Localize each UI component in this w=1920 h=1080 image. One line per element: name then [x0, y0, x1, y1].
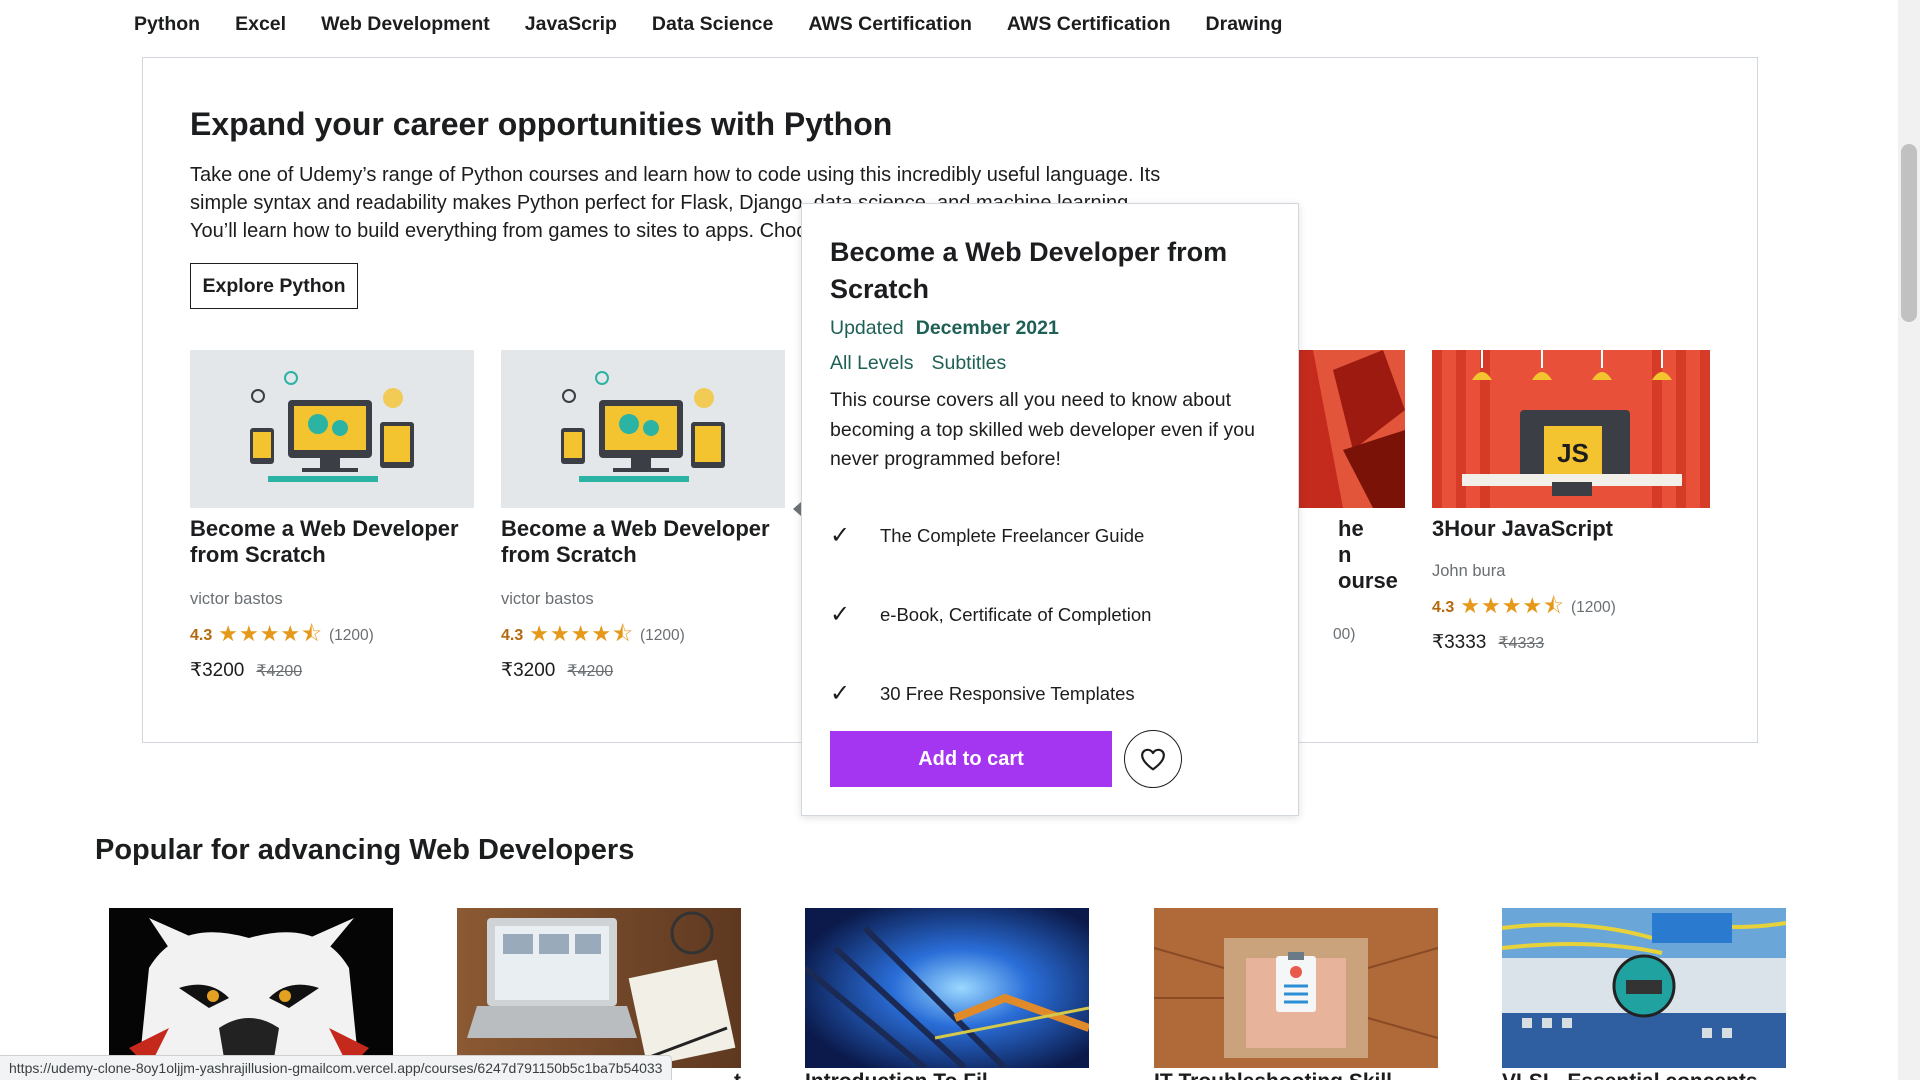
explore-python-button[interactable]: Explore Python: [190, 263, 358, 309]
course-card[interactable]: Become a Web Developer from Scratch vict…: [501, 350, 785, 682]
price-row: ₹3200 ₹4200: [501, 659, 785, 682]
course-title[interactable]: Become a Web Developer from Scratch: [501, 516, 785, 568]
category-link-aws-certification-2[interactable]: AWS Certification: [1007, 13, 1171, 36]
original-price: ₹4200: [567, 663, 614, 680]
price-row: ₹3200 ₹4200: [190, 659, 474, 682]
svg-text:JS: JS: [1557, 438, 1589, 468]
star-rating-icon: ★★★★⯪: [529, 621, 634, 646]
check-icon: ✓: [830, 601, 851, 628]
course-title-line: n: [1338, 542, 1352, 567]
current-price: ₹3200: [501, 660, 556, 681]
star-rating-icon: ★★★★⯪: [218, 621, 323, 646]
course-title[interactable]: Become a Web Developer from Scratch: [190, 516, 474, 568]
course-author: John bura: [1432, 562, 1506, 580]
category-nav: Python Excel Web Development JavaScrip D…: [134, 0, 1282, 48]
category-link-javascript[interactable]: JavaScrip: [525, 13, 617, 36]
category-link-python[interactable]: Python: [134, 13, 200, 36]
wishlist-button[interactable]: [1124, 730, 1182, 788]
page-scrollbar[interactable]: [1898, 0, 1920, 1080]
popular-course-title[interactable]: IT Troubleshooting Skill: [1154, 1070, 1438, 1080]
feature-text: The Complete Freelancer Guide: [880, 524, 1145, 546]
review-count: (1200): [639, 627, 685, 644]
rating-value: 4.3: [190, 627, 213, 644]
popular-section-title: Popular for advancing Web Developers: [95, 834, 635, 866]
review-count: (1200): [328, 627, 374, 644]
rating-row: 4.3 ★★★★⯪ (1200): [1432, 589, 1710, 627]
check-icon: ✓: [830, 680, 851, 707]
feature-text: e-Book, Certificate of Completion: [880, 603, 1152, 625]
feature-text: 30 Free Responsive Templates: [880, 682, 1135, 704]
course-card[interactable]: Become a Web Developer from Scratch vict…: [190, 350, 474, 682]
feature-item: ✓ 30 Free Responsive Templates: [830, 654, 1270, 733]
course-preview-popover: Become a Web Developer from Scratch Upda…: [801, 203, 1299, 816]
rating-row: 4.3 ★★★★⯪ (1200): [501, 617, 785, 655]
popular-course-title[interactable]: VLSI - Essential concepts: [1502, 1070, 1786, 1080]
popular-course-thumbnail[interactable]: [805, 908, 1089, 1068]
review-count: (1200): [1570, 599, 1616, 616]
add-to-cart-button[interactable]: Add to cart: [830, 731, 1112, 787]
course-meta: All Levels Subtitles: [830, 352, 1006, 375]
star-rating-icon: ★★★★⯪: [1460, 593, 1565, 618]
course-card[interactable]: JS 3Hour JavaScript John bura 4.3 ★★★★⯪ …: [1432, 350, 1710, 654]
popover-arrow: [793, 502, 801, 516]
original-price: ₹4333: [1498, 635, 1545, 652]
popular-course-thumbnail[interactable]: [109, 908, 393, 1068]
course-title-line: he: [1338, 516, 1364, 541]
subtitles-badge: Subtitles: [931, 352, 1007, 374]
popular-course-thumbnail[interactable]: [1154, 908, 1438, 1068]
course-thumbnail: [501, 350, 785, 508]
course-author: victor bastos: [190, 590, 283, 608]
scrollbar-thumb[interactable]: [1901, 144, 1917, 322]
feature-item: ✓ The Complete Freelancer Guide: [830, 496, 1270, 575]
category-link-excel[interactable]: Excel: [235, 13, 286, 36]
popular-course-title[interactable]: Introduction To Fil: [805, 1070, 1089, 1080]
category-link-web-development[interactable]: Web Development: [321, 13, 490, 36]
updated-date: December 2021: [915, 317, 1059, 339]
price-row: ₹3333 ₹4333: [1432, 631, 1710, 654]
rating-value: 4.3: [501, 627, 524, 644]
check-icon: ✓: [830, 522, 851, 549]
feature-list: ✓ The Complete Freelancer Guide ✓ e-Book…: [830, 496, 1270, 733]
popover-title: Become a Web Developer from Scratch: [830, 237, 1228, 304]
feature-item: ✓ e-Book, Certificate of Completion: [830, 575, 1270, 654]
course-thumbnail: [190, 350, 474, 508]
link-status-bar: https://udemy-clone-8oy1oljjm-yashrajill…: [0, 1055, 673, 1080]
course-title[interactable]: 3Hour JavaScript: [1432, 516, 1710, 542]
updated-info: Updated December 2021: [830, 317, 1059, 340]
featured-title: Expand your career opportunities with Py…: [190, 106, 893, 142]
updated-label: Updated: [830, 317, 904, 339]
category-link-drawing[interactable]: Drawing: [1206, 13, 1283, 36]
popular-course-thumbnail[interactable]: [457, 908, 741, 1068]
original-price: ₹4200: [256, 663, 303, 680]
current-price: ₹3333: [1432, 632, 1487, 653]
level-badge: All Levels: [830, 352, 914, 374]
popover-description: This course covers all you need to know …: [830, 389, 1255, 470]
current-price: ₹3200: [190, 660, 245, 681]
heart-icon: [1141, 748, 1165, 771]
course-thumbnail: JS: [1432, 350, 1710, 508]
category-link-data-science[interactable]: Data Science: [652, 13, 773, 36]
rating-row: 4.3 ★★★★⯪ (1200): [190, 617, 474, 655]
category-link-aws-certification[interactable]: AWS Certification: [808, 13, 972, 36]
course-author: victor bastos: [501, 590, 594, 608]
rating-value: 4.3: [1432, 599, 1455, 616]
course-title-line: ourse: [1338, 568, 1398, 593]
popular-course-thumbnail[interactable]: [1502, 908, 1786, 1068]
